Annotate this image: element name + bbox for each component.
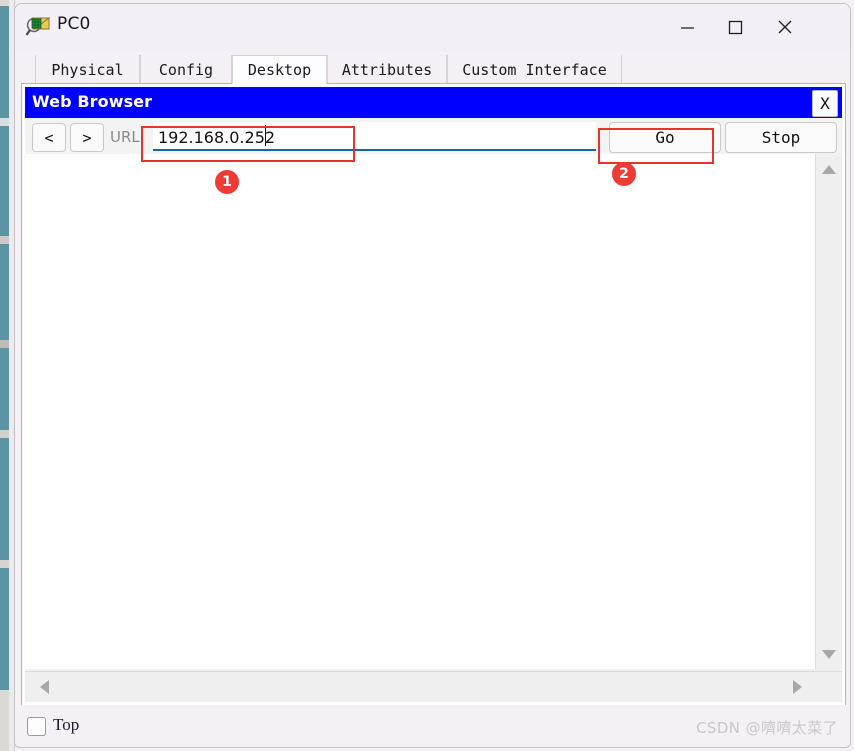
web-browser-title: Web Browser	[32, 92, 153, 111]
scroll-down-arrow-icon[interactable]	[816, 641, 842, 667]
scroll-right-arrow-icon[interactable]	[784, 676, 810, 698]
back-button[interactable]: <	[32, 123, 66, 152]
web-browser-window: Web Browser X < > URL Go Stop	[25, 87, 842, 702]
stop-button[interactable]: Stop	[725, 122, 837, 153]
scroll-left-arrow-icon[interactable]	[31, 676, 57, 698]
text-caret	[265, 125, 266, 146]
go-button[interactable]: Go	[609, 122, 721, 153]
minimize-button[interactable]	[664, 4, 710, 50]
tabstrip: Physical Config Desktop Attributes Custo…	[15, 52, 850, 84]
window-title: PC0	[57, 14, 91, 34]
tab-physical[interactable]: Physical	[35, 55, 140, 84]
vertical-scrollbar[interactable]	[815, 154, 842, 669]
window-bottom-bar: Top CSDN @嚌嚌太菜了	[15, 705, 850, 747]
annotation-badge-1: 1	[215, 170, 239, 194]
web-page-viewport	[25, 154, 816, 669]
web-browser-toolbar: < > URL Go Stop	[25, 118, 842, 154]
scroll-up-arrow-icon[interactable]	[816, 156, 842, 182]
horizontal-scrollbar[interactable]	[25, 671, 842, 702]
window-titlebar: PC0	[15, 4, 850, 52]
url-label: URL	[110, 128, 140, 146]
minimize-icon	[680, 26, 694, 29]
close-button[interactable]	[762, 4, 808, 50]
background-window-strip	[0, 0, 9, 751]
web-browser-close-button[interactable]: X	[812, 90, 838, 117]
url-input[interactable]	[153, 122, 596, 151]
desktop-client-panel: Web Browser X < > URL Go Stop	[21, 83, 846, 706]
web-browser-titlebar: Web Browser X	[25, 87, 842, 118]
close-icon	[778, 20, 792, 34]
annotation-badge-2: 2	[612, 162, 636, 186]
top-checkbox[interactable]	[27, 717, 46, 736]
packet-tracer-pc-icon	[25, 14, 51, 40]
top-checkbox-label: Top	[53, 715, 80, 734]
tab-attributes[interactable]: Attributes	[327, 55, 447, 84]
forward-button[interactable]: >	[70, 123, 104, 152]
tab-config[interactable]: Config	[140, 55, 232, 84]
pc-device-window: PC0 Physical Config Desktop Attributes C…	[14, 3, 851, 748]
maximize-icon	[728, 20, 742, 34]
maximize-button[interactable]	[712, 4, 758, 50]
tab-custom-interface[interactable]: Custom Interface	[447, 55, 622, 84]
tab-desktop[interactable]: Desktop	[232, 55, 327, 84]
watermark: CSDN @嚌嚌太菜了	[696, 719, 838, 737]
